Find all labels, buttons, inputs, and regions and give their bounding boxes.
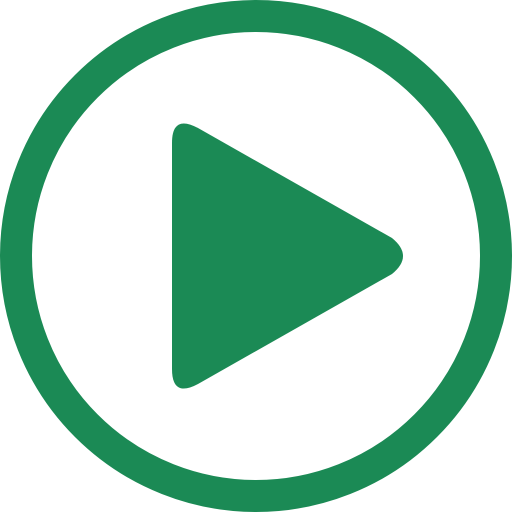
play-circle-icon (0, 0, 512, 512)
icon-canvas (0, 0, 512, 512)
play-triangle-icon (172, 123, 403, 389)
play-button[interactable] (0, 0, 512, 512)
